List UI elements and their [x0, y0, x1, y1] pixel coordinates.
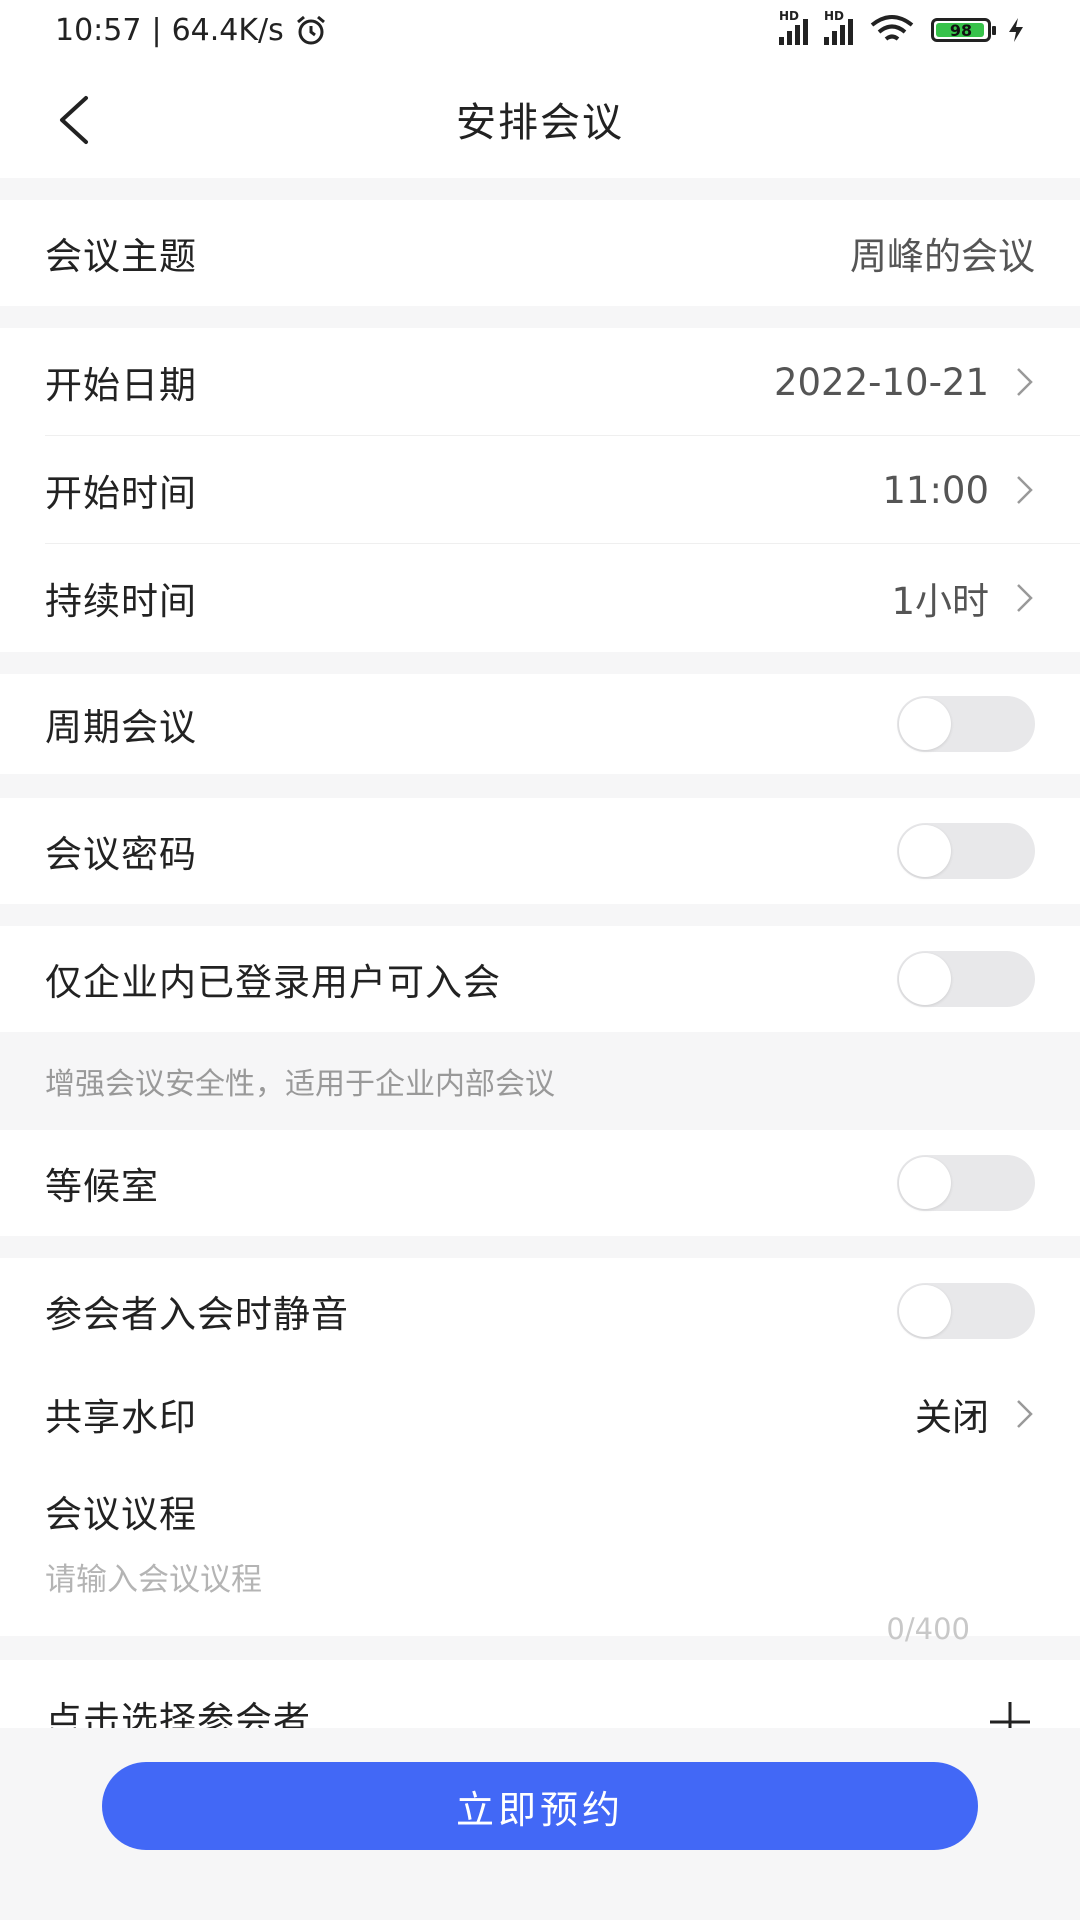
status-right: HD HD 98 — [779, 9, 1025, 46]
mute-row: 参会者入会时静音 — [0, 1258, 1080, 1364]
chevron-right-icon — [1017, 368, 1033, 396]
bottom-bar: 立即预约 — [0, 1728, 1080, 1920]
signal-icon-2: HD — [824, 9, 853, 45]
nav-bar: 安排会议 — [0, 60, 1080, 178]
recurring-row: 周期会议 — [0, 674, 1080, 774]
recurring-label: 周期会议 — [45, 706, 197, 749]
mute-label: 参会者入会时静音 — [45, 1293, 349, 1336]
wifi-icon — [870, 15, 914, 41]
topic-row[interactable]: 会议主题 周峰的会议 — [0, 200, 1080, 306]
status-separator: | — [151, 12, 162, 48]
status-left: 10:57 | 64.4K/s — [55, 13, 328, 48]
waiting-room-toggle[interactable] — [897, 1155, 1035, 1211]
battery-icon: 98 — [931, 18, 996, 42]
recurring-card: 周期会议 — [0, 674, 1080, 774]
start-time-value: 11:00 — [882, 468, 989, 512]
start-date-row[interactable]: 开始日期 2022-10-21 — [0, 328, 1080, 436]
chevron-right-icon — [1017, 1400, 1033, 1428]
page-title: 安排会议 — [456, 100, 624, 146]
start-date-value: 2022-10-21 — [773, 360, 989, 404]
mute-watermark-card: 参会者入会时静音 共享水印 关闭 — [0, 1258, 1080, 1464]
internal-only-card: 仅企业内已登录用户可入会 — [0, 926, 1080, 1032]
topic-value[interactable]: 周峰的会议 — [850, 226, 1035, 280]
back-arrow-icon[interactable] — [52, 90, 112, 150]
topic-card: 会议主题 周峰的会议 — [0, 200, 1080, 306]
internal-only-row: 仅企业内已登录用户可入会 — [0, 926, 1080, 1032]
password-label: 会议密码 — [45, 833, 197, 876]
start-time-label: 开始时间 — [45, 472, 197, 515]
charging-icon — [1009, 18, 1023, 42]
status-time: 10:57 — [55, 12, 142, 48]
watermark-value: 关闭 — [915, 1396, 989, 1439]
network-speed: 64.4K/s — [171, 12, 284, 48]
duration-value: 1小时 — [891, 580, 989, 623]
waiting-room-label: 等候室 — [45, 1165, 159, 1208]
recurring-toggle[interactable] — [897, 696, 1035, 752]
schedule-card: 开始日期 2022-10-21 开始时间 11:00 持续时间 1小时 — [0, 328, 1080, 652]
waiting-room-row: 等候室 — [0, 1130, 1080, 1236]
participants-row[interactable]: 点击选择参会者 — [0, 1660, 1080, 1730]
chevron-right-icon — [1017, 584, 1033, 612]
alarm-icon — [296, 15, 325, 45]
waiting-room-card: 等候室 — [0, 1130, 1080, 1236]
chevron-right-icon — [1017, 476, 1033, 504]
signal-icon: HD — [779, 9, 808, 45]
duration-row[interactable]: 持续时间 1小时 — [0, 544, 1080, 652]
agenda-label: 会议议程 — [45, 1493, 197, 1536]
watermark-row[interactable]: 共享水印 关闭 — [0, 1364, 1080, 1464]
mute-toggle[interactable] — [897, 1283, 1035, 1339]
watermark-label: 共享水印 — [45, 1396, 197, 1439]
plus-icon[interactable] — [988, 1700, 1032, 1730]
internal-only-hint: 增强会议安全性，适用于企业内部会议 — [0, 1032, 1080, 1130]
agenda-char-count: 0/400 — [886, 1612, 970, 1646]
status-bar: 10:57 | 64.4K/s HD HD 98 — [0, 0, 1080, 60]
password-card: 会议密码 — [0, 798, 1080, 904]
password-toggle[interactable] — [897, 823, 1035, 879]
agenda-input[interactable] — [45, 1554, 945, 1614]
internal-only-toggle[interactable] — [897, 951, 1035, 1007]
agenda-card: 会议议程 0/400 — [0, 1464, 1080, 1646]
internal-only-label: 仅企业内已登录用户可入会 — [45, 961, 501, 1004]
participants-label: 点击选择参会者 — [45, 1699, 311, 1730]
start-date-label: 开始日期 — [45, 364, 197, 407]
start-time-row[interactable]: 开始时间 11:00 — [0, 436, 1080, 544]
topic-label: 会议主题 — [45, 235, 197, 278]
password-row: 会议密码 — [0, 798, 1080, 904]
submit-button[interactable]: 立即预约 — [102, 1762, 978, 1850]
duration-label: 持续时间 — [45, 580, 197, 623]
